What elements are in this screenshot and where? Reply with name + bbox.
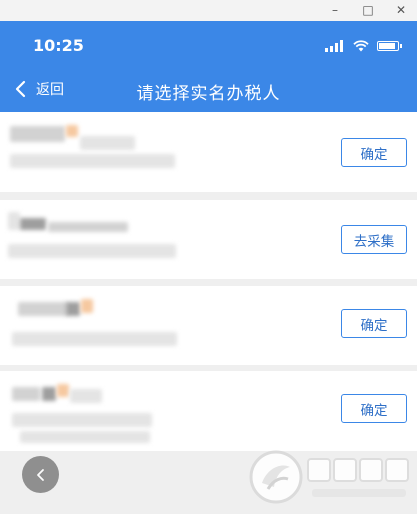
- chevron-left-icon: [36, 468, 44, 481]
- wifi-icon: [353, 40, 369, 52]
- taxpayer-card[interactable]: 去采集: [0, 200, 417, 279]
- taxpayer-card[interactable]: 确定: [0, 112, 417, 192]
- masked-name: [42, 387, 56, 401]
- status-icons: [325, 39, 402, 53]
- floating-back-button[interactable]: [22, 456, 59, 493]
- watermark-wordmark: [307, 458, 409, 497]
- watermark-logo: [248, 447, 416, 507]
- masked-id: [12, 413, 152, 427]
- close-button[interactable]: ✕: [386, 1, 416, 19]
- masked-name: [57, 384, 69, 397]
- nav-bar: 返回 请选择实名办税人: [0, 69, 417, 112]
- collect-button[interactable]: 去采集: [341, 225, 407, 254]
- masked-name: [8, 212, 20, 230]
- masked-name: [81, 299, 93, 313]
- masked-id: [20, 431, 150, 443]
- taxpayer-card[interactable]: 确定: [0, 371, 417, 451]
- confirm-button[interactable]: 确定: [341, 394, 407, 423]
- masked-id: [8, 244, 176, 258]
- confirm-button[interactable]: 确定: [341, 309, 407, 338]
- status-time: 10:25: [33, 36, 84, 55]
- taxpayer-card[interactable]: 确定: [0, 286, 417, 365]
- confirm-button[interactable]: 确定: [341, 138, 407, 167]
- masked-name: [12, 387, 40, 401]
- status-bar: 10:25: [0, 21, 417, 69]
- masked-name: [10, 126, 65, 142]
- window-titlebar: – □ ✕: [0, 0, 417, 21]
- maximize-button[interactable]: □: [353, 1, 383, 19]
- page-title: 请选择实名办税人: [136, 84, 281, 104]
- watermark-logo-icon: [249, 450, 303, 504]
- signal-icon: [325, 40, 345, 52]
- masked-name: [18, 302, 68, 316]
- masked-name: [48, 222, 128, 232]
- masked-id: [12, 332, 177, 346]
- masked-name: [20, 218, 46, 230]
- masked-name: [70, 389, 102, 403]
- masked-name: [66, 125, 78, 137]
- masked-name: [80, 136, 135, 150]
- minimize-button[interactable]: –: [320, 1, 350, 19]
- battery-icon: [377, 41, 402, 51]
- masked-name: [66, 302, 80, 316]
- masked-id: [10, 154, 175, 168]
